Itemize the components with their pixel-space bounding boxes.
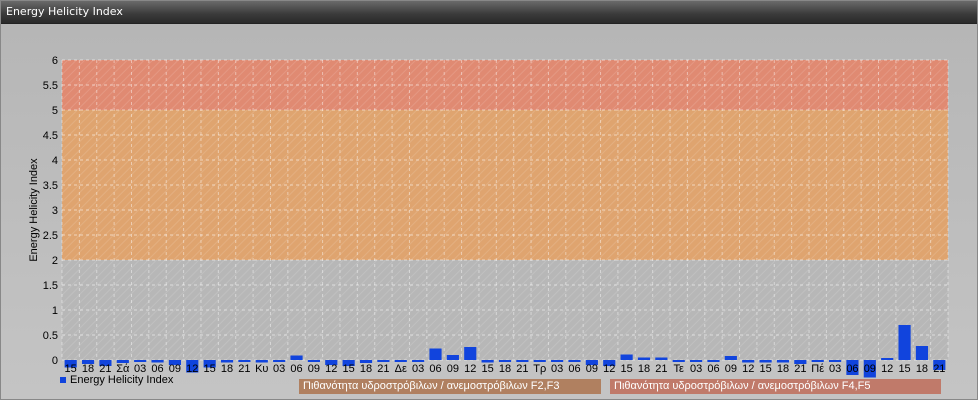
bar[interactable] [724,356,737,360]
y-tick-label: 5 [52,105,58,117]
bar[interactable] [498,360,512,362]
x-tick-label: 09 [308,363,320,375]
y-tick-label: 0 [52,355,58,367]
x-tick-label: 15 [343,363,355,375]
x-tick-label: Πέ [811,363,824,375]
x-tick-label: 06 [846,363,858,375]
bar[interactable] [464,347,477,360]
x-tick-label: Τε [674,363,685,375]
x-tick-label: 18 [638,363,650,375]
bar[interactable] [394,360,407,362]
y-tick-label: 1 [52,305,58,317]
x-tick-label: 09 [447,363,459,375]
bar[interactable] [637,357,651,361]
bar[interactable] [881,358,894,360]
bar[interactable] [551,360,564,362]
x-tick-label: 15 [482,363,494,375]
y-tick-label: 1.5 [43,280,58,292]
x-tick-label: 21 [655,363,667,375]
bar[interactable] [412,360,425,362]
bar[interactable] [290,355,303,361]
bar[interactable] [811,360,824,362]
x-tick-label: 15 [620,363,632,375]
bar[interactable] [429,348,442,361]
bar[interactable] [915,346,929,360]
x-tick-label: 03 [412,363,424,375]
y-tick-label: 4 [52,155,58,167]
bar[interactable] [620,354,633,361]
x-tick-label: 18 [499,363,511,375]
x-tick-label: 03 [273,363,285,375]
bar[interactable] [238,360,251,362]
x-tick-label: 09 [864,363,876,375]
x-tick-label: 06 [568,363,580,375]
bar[interactable] [828,360,842,362]
x-tick-label: 09 [725,363,737,375]
bar[interactable] [707,360,720,362]
legend-swatch [60,377,66,384]
x-tick-label: 06 [290,363,302,375]
legend-series[interactable]: Energy Helicity Index [60,374,173,386]
x-tick-label: 15 [898,363,910,375]
x-tick-label: 12 [881,363,893,375]
y-tick-label: 2 [52,255,58,267]
bar[interactable] [568,360,581,362]
x-tick-label: Τρ [533,363,546,375]
y-tick-label: 3.5 [43,180,58,192]
x-tick-label: 06 [707,363,719,375]
x-tick-label: 21 [933,363,945,375]
x-tick-label: 06 [429,363,441,375]
y-tick-label: 0.5 [43,330,58,342]
x-tick-label: 03 [829,363,841,375]
legend-zone-f4f5[interactable]: Πιθανότητα υδροστρόβιλων / ανεμοστρόβιλω… [610,379,941,394]
x-tick-label: 12 [603,363,615,375]
y-tick-label: 3 [52,205,58,217]
x-tick-label: 03 [551,363,563,375]
x-tick-label: 21 [377,363,389,375]
x-tick-label: 12 [742,363,754,375]
bar[interactable] [672,360,685,362]
y-tick-label: 5.5 [43,80,58,92]
y-axis-label: Energy Helicity Index [28,158,40,262]
x-tick-label: Δε [395,363,407,375]
x-tick-label: 18 [916,363,928,375]
x-tick-label: 12 [464,363,476,375]
x-tick-label: 09 [586,363,598,375]
legend-series-label: Energy Helicity Index [70,374,174,386]
x-tick-label: Κυ [255,363,268,375]
x-tick-label: 21 [238,363,250,375]
x-tick-label: 12 [186,363,198,375]
bar[interactable] [516,360,529,362]
bar[interactable] [307,360,320,362]
bar[interactable] [533,360,546,362]
bar[interactable] [655,357,668,361]
bar[interactable] [134,360,147,362]
x-tick-label: 21 [794,363,806,375]
x-tick-label: 15 [204,363,216,375]
bar[interactable] [377,360,390,362]
x-tick-label: 18 [777,363,789,375]
y-tick-label: 2.5 [43,230,58,242]
bar[interactable] [898,325,911,360]
x-tick-label: 18 [221,363,233,375]
y-tick-label: 6 [52,55,58,67]
legend-zone-f2f3[interactable]: Πιθανότητα υδροστρόβιλων / ανεμοστρόβιλω… [299,379,601,394]
y-tick-label: 4.5 [43,130,58,142]
bar[interactable] [446,355,459,360]
bar[interactable] [690,360,703,362]
x-tick-label: 12 [325,363,337,375]
x-tick-label: 15 [759,363,771,375]
chart-svg: 00.511.522.533.544.555.56 15 18 21 Σά 03 06 09… [28,55,949,378]
bar[interactable] [273,360,286,362]
x-tick-label: 18 [360,363,372,375]
x-tick-label: 03 [690,363,702,375]
x-tick-label: 21 [516,363,528,375]
